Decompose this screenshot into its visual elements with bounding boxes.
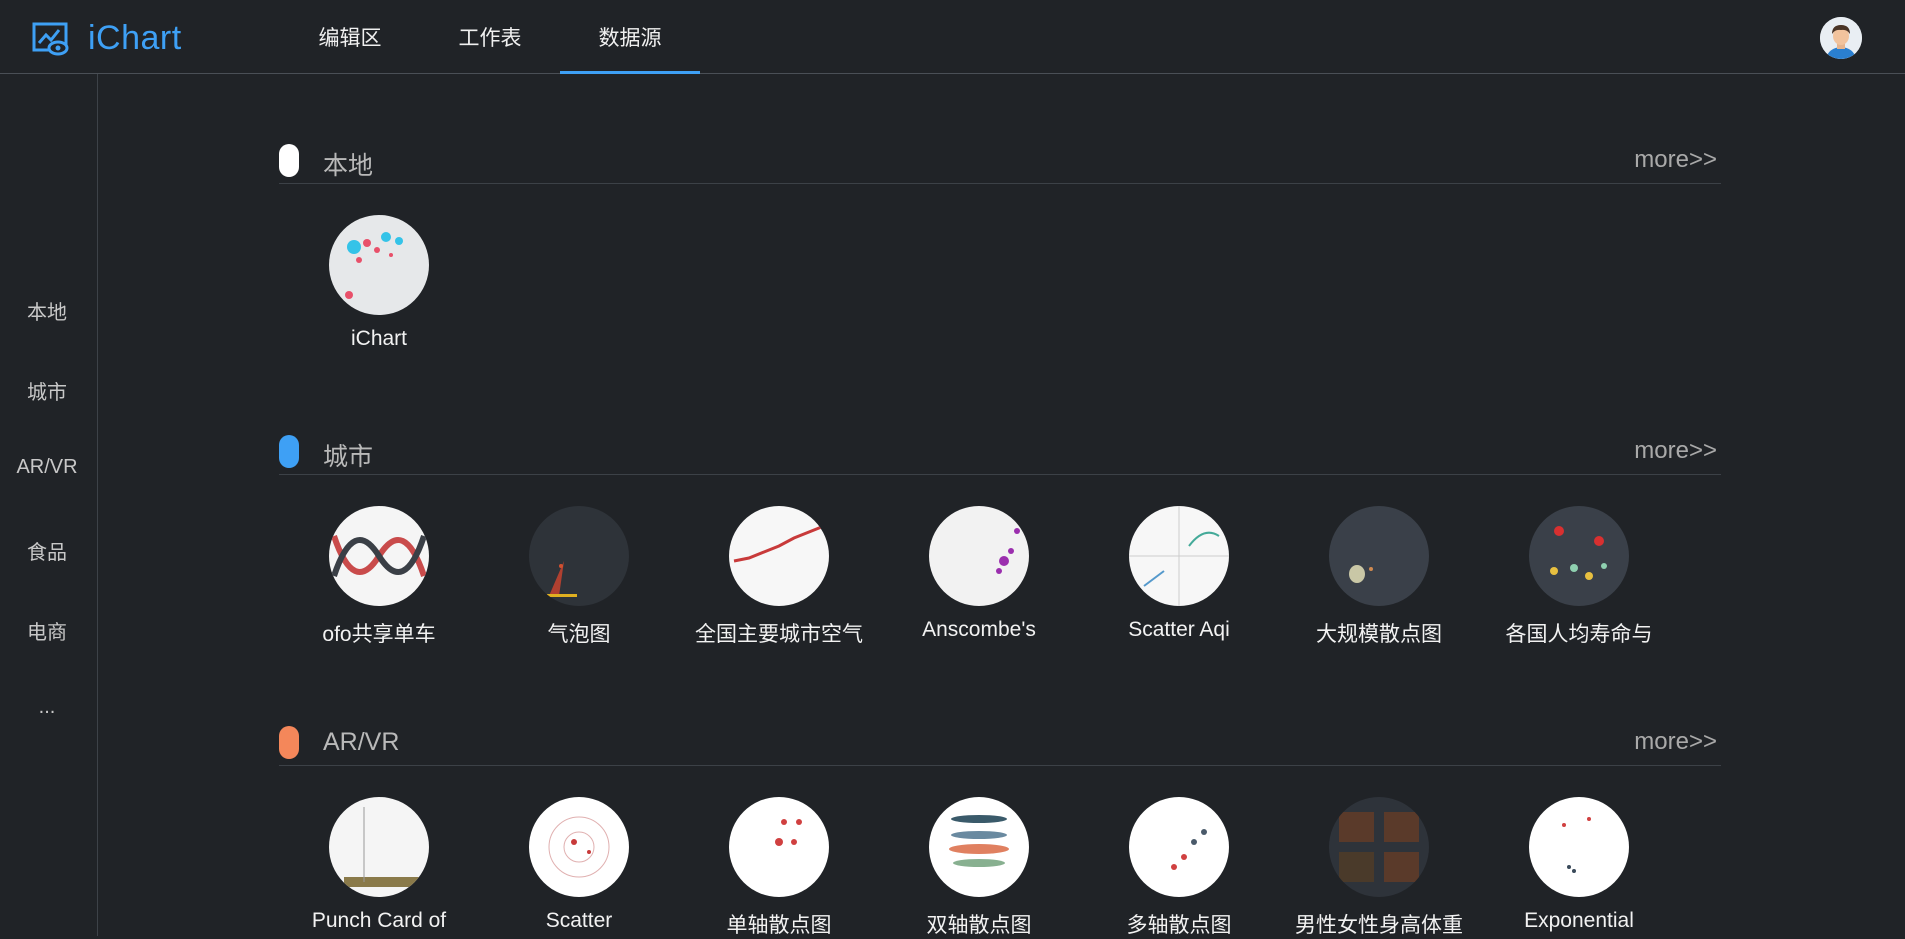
tab-datasource[interactable]: 数据源 [560, 0, 700, 74]
chart-card[interactable]: 全国主要城市空气 [679, 506, 879, 648]
sidebar-item-ecommerce[interactable]: 电商 [0, 616, 94, 645]
chart-card[interactable]: iChart [279, 215, 479, 351]
chart-thumbnail [1329, 506, 1429, 606]
chart-card-label: 多轴散点图 [1126, 914, 1232, 937]
chart-card-label: Punch Card of [311, 909, 447, 932]
chart-card-label: 各国人均寿命与 [1505, 623, 1653, 646]
sidebar-item-local[interactable]: 本地 [0, 296, 94, 325]
chart-thumbnail [1529, 797, 1629, 897]
app-logo[interactable]: iChart [32, 19, 182, 58]
section-title: AR/VR [323, 728, 400, 756]
section-header-arvr: AR/VR more>> [279, 718, 1721, 766]
section-header-local: 本地 more>> [279, 136, 1721, 184]
section-marker [279, 726, 299, 759]
more-link[interactable]: more>> [1634, 437, 1717, 465]
chart-thumbnail [529, 506, 629, 606]
chart-card[interactable]: 大规模散点图 [1279, 506, 1479, 648]
chart-thumbnail [329, 506, 429, 606]
more-link[interactable]: more>> [1634, 728, 1717, 756]
section-title: 城市 [323, 443, 374, 471]
chart-thumbnail [729, 797, 829, 897]
chart-card[interactable]: Scatter Aqi [1079, 506, 1279, 642]
chart-card[interactable]: Anscombe's [879, 506, 1079, 642]
chart-thumbnail [329, 215, 429, 315]
more-link[interactable]: more>> [1634, 146, 1717, 174]
chart-card-label: 男性女性身高体重 [1295, 914, 1463, 937]
sidebar-item-food[interactable]: 食品 [0, 536, 94, 565]
chart-card-label: Exponential [1524, 909, 1634, 932]
sidebar-item-more[interactable]: ... [0, 696, 94, 719]
chart-card[interactable]: 男性女性身高体重 [1279, 797, 1479, 939]
chart-card[interactable]: ofo共享单车 [279, 506, 479, 648]
chart-thumbnail [1129, 506, 1229, 606]
chart-card-label: iChart [350, 327, 408, 350]
app-title: iChart [88, 19, 182, 57]
chart-logo-icon [32, 22, 69, 55]
chart-card[interactable]: Scatter [479, 797, 679, 933]
sidebar: 本地 城市 AR/VR 食品 电商 ... [0, 74, 98, 936]
chart-card[interactable]: Exponential [1479, 797, 1679, 933]
chart-card[interactable]: 双轴散点图 [879, 797, 1079, 939]
chart-card-label: Scatter Aqi [1128, 618, 1230, 641]
chart-card-label: Scatter [545, 909, 613, 932]
chart-thumbnail [529, 797, 629, 897]
tab-worksheet[interactable]: 工作表 [420, 0, 560, 74]
section-header-city: 城市 more>> [279, 427, 1721, 475]
chart-card-label: Anscombe's [922, 618, 1036, 641]
chart-card-label: 双轴散点图 [926, 914, 1032, 937]
chart-thumbnail [929, 506, 1029, 606]
chart-card[interactable]: 各国人均寿命与 [1479, 506, 1679, 648]
chart-card[interactable]: 气泡图 [479, 506, 679, 648]
chart-thumbnail [1329, 797, 1429, 897]
chart-card[interactable]: Punch Card of [279, 797, 479, 933]
chart-thumbnail [929, 797, 1029, 897]
chart-thumbnail [329, 797, 429, 897]
tab-editor[interactable]: 编辑区 [280, 0, 420, 74]
chart-thumbnail [1129, 797, 1229, 897]
chart-thumbnail [729, 506, 829, 606]
sidebar-item-arvr[interactable]: AR/VR [0, 456, 94, 479]
section-title: 本地 [323, 152, 374, 180]
chart-thumbnail [1529, 506, 1629, 606]
chart-card-label: ofo共享单车 [322, 623, 436, 646]
sidebar-item-city[interactable]: 城市 [0, 376, 94, 405]
chart-card-label: 大规模散点图 [1316, 623, 1442, 646]
user-avatar-icon [1820, 17, 1862, 59]
user-avatar[interactable] [1820, 17, 1862, 59]
chart-card[interactable]: 多轴散点图 [1079, 797, 1279, 939]
chart-card-label: 单轴散点图 [726, 914, 832, 937]
chart-card-label: 气泡图 [547, 623, 611, 646]
chart-card[interactable]: 单轴散点图 [679, 797, 879, 939]
top-bar: iChart 编辑区 工作表 数据源 [0, 0, 1905, 74]
top-nav: 编辑区 工作表 数据源 [280, 0, 700, 74]
chart-card-label: 全国主要城市空气 [695, 623, 863, 646]
section-marker [279, 435, 299, 468]
section-marker [279, 144, 299, 177]
